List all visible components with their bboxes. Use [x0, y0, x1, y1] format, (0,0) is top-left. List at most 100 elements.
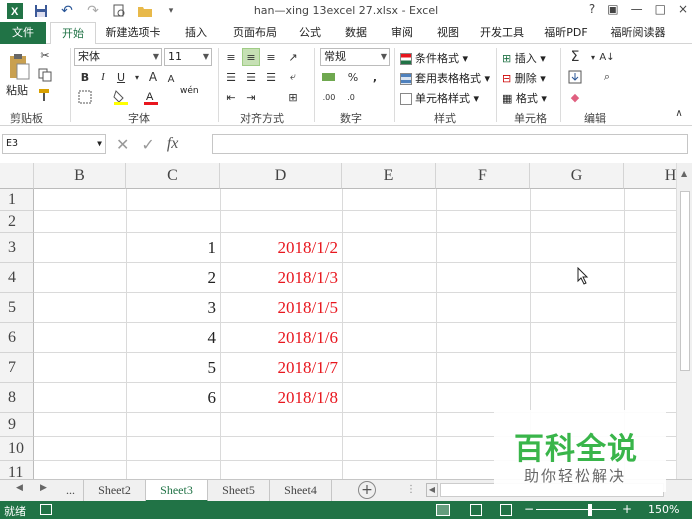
scroll-up-icon[interactable]: ▲ — [681, 169, 687, 178]
conditional-formatting-button[interactable]: 条件格式 ▾ — [400, 50, 468, 66]
comma-style-icon[interactable]: , — [366, 68, 384, 86]
phonetic-guide-label[interactable]: wén — [180, 86, 199, 96]
decrease-indent-icon[interactable]: ⇤ — [222, 88, 240, 106]
row-header[interactable]: 3 — [0, 233, 34, 263]
scrollbar-thumb[interactable] — [680, 191, 690, 371]
cell-c3[interactable]: 1 — [126, 233, 220, 263]
page-break-view-icon[interactable] — [500, 504, 512, 516]
zoom-out-icon[interactable]: − — [524, 502, 534, 516]
tab-view[interactable]: 视图 — [428, 22, 468, 44]
row-header[interactable]: 6 — [0, 323, 34, 353]
format-cells-button[interactable]: ▦ 格式 ▾ — [502, 90, 547, 106]
row-header[interactable]: 7 — [0, 353, 34, 383]
decrease-font-icon[interactable]: A — [162, 70, 180, 88]
increase-indent-icon[interactable]: ⇥ — [242, 88, 260, 106]
bold-icon[interactable]: B — [76, 68, 94, 86]
scroll-left-icon[interactable]: ◀ — [426, 483, 438, 497]
row-header[interactable]: 2 — [0, 211, 34, 233]
paste-label[interactable]: 粘贴 — [6, 82, 28, 98]
clear-icon[interactable]: ◆ — [566, 88, 584, 106]
currency-icon[interactable] — [320, 68, 338, 86]
delete-cells-button[interactable]: ⊟ 删除 ▾ — [502, 70, 546, 86]
align-right-icon[interactable]: ☰ — [262, 68, 280, 86]
borders-icon[interactable] — [76, 88, 94, 106]
tab-data[interactable]: 数据 — [336, 22, 376, 44]
sheet-tab-sheet2[interactable]: Sheet2 — [84, 480, 146, 502]
align-top-icon[interactable]: ≡ — [222, 48, 240, 66]
sheet-tab-sheet5[interactable]: Sheet5 — [208, 480, 270, 502]
cell-d4[interactable]: 2018/1/3 — [220, 263, 342, 293]
tab-split-icon[interactable]: ⋮ — [406, 484, 416, 495]
insert-cells-button[interactable]: ⊞ 插入 ▾ — [502, 50, 546, 66]
cell-c4[interactable]: 2 — [126, 263, 220, 293]
insert-function-button[interactable]: fx — [167, 135, 179, 153]
select-all-corner[interactable] — [0, 163, 34, 189]
fill-color-icon[interactable] — [112, 88, 130, 106]
italic-icon[interactable]: I — [94, 68, 112, 86]
close-button[interactable]: × — [678, 2, 688, 16]
name-box[interactable]: E3 ▼ — [2, 134, 106, 154]
percent-icon[interactable]: % — [344, 68, 362, 86]
format-painter-icon[interactable] — [36, 86, 54, 104]
column-header-f[interactable]: F — [436, 163, 530, 189]
row-header[interactable]: 4 — [0, 263, 34, 293]
maximize-button[interactable]: □ — [655, 2, 666, 16]
next-sheet-icon[interactable]: ▶ — [40, 483, 47, 493]
tab-review[interactable]: 审阅 — [382, 22, 422, 44]
cell-d7[interactable]: 2018/1/7 — [220, 353, 342, 383]
decrease-decimal-icon[interactable]: .0 — [342, 88, 360, 106]
increase-font-icon[interactable]: A — [144, 68, 162, 86]
tab-formulas[interactable]: 公式 — [290, 22, 330, 44]
formula-input[interactable] — [212, 134, 688, 154]
tab-page-layout[interactable]: 页面布局 — [222, 22, 288, 44]
row-header[interactable]: 9 — [0, 413, 34, 437]
fill-icon[interactable] — [566, 68, 584, 86]
tab-foxit-pdf[interactable]: 福昕PDF — [538, 22, 594, 44]
orientation-icon[interactable]: ↗ — [284, 48, 302, 66]
collapse-ribbon-icon[interactable]: ∧ — [670, 104, 688, 122]
normal-view-icon[interactable] — [436, 504, 450, 516]
column-header-h[interactable]: H — [624, 163, 676, 189]
merge-center-icon[interactable]: ⊞ — [284, 88, 302, 106]
tab-foxit-reader[interactable]: 福昕阅读器 — [604, 22, 672, 44]
cell-styles-button[interactable]: 单元格样式 ▾ — [400, 90, 479, 106]
prev-sheet-icon[interactable]: ◀ — [16, 483, 23, 493]
column-header-d[interactable]: D — [220, 163, 342, 189]
tab-developer[interactable]: 开发工具 — [474, 22, 530, 44]
cell-c8[interactable]: 6 — [126, 383, 220, 413]
cell-d6[interactable]: 2018/1/6 — [220, 323, 342, 353]
cell-c6[interactable]: 4 — [126, 323, 220, 353]
column-header-g[interactable]: G — [530, 163, 624, 189]
align-left-icon[interactable]: ☰ — [222, 68, 240, 86]
macro-record-icon[interactable] — [40, 504, 52, 515]
row-header[interactable]: 5 — [0, 293, 34, 323]
enter-icon[interactable]: ✓ — [141, 135, 154, 154]
page-layout-view-icon[interactable] — [470, 504, 482, 516]
align-middle-icon[interactable]: ≡ — [242, 48, 260, 66]
vertical-scrollbar[interactable]: ▲ — [676, 163, 692, 479]
row-header[interactable]: 8 — [0, 383, 34, 413]
number-format-select[interactable]: 常规 ▼ — [320, 48, 390, 66]
row-header[interactable]: 11 — [0, 461, 34, 479]
tab-home[interactable]: 开始 — [50, 22, 96, 45]
ribbon-display-button[interactable]: ▣ — [607, 2, 618, 16]
font-size-select[interactable]: 11 ▼ — [164, 48, 212, 66]
align-center-icon[interactable]: ☰ — [242, 68, 260, 86]
tab-new[interactable]: 新建选项卡 — [100, 22, 166, 44]
increase-decimal-icon[interactable]: .00 — [320, 88, 338, 106]
more-sheets-button[interactable]: ... — [58, 480, 84, 502]
sheet-tab-sheet3[interactable]: Sheet3 — [146, 480, 208, 502]
autosum-icon[interactable]: Σ — [566, 48, 584, 66]
cell-c5[interactable]: 3 — [126, 293, 220, 323]
sort-filter-icon[interactable]: A↓ — [598, 48, 616, 66]
row-header[interactable]: 1 — [0, 189, 34, 211]
column-header-c[interactable]: C — [126, 163, 220, 189]
align-bottom-icon[interactable]: ≡ — [262, 48, 280, 66]
font-color-icon[interactable]: A — [142, 88, 160, 106]
minimize-button[interactable]: — — [631, 2, 643, 16]
row-header[interactable]: 10 — [0, 437, 34, 461]
format-as-table-button[interactable]: 套用表格格式 ▾ — [400, 70, 490, 86]
paste-icon[interactable] — [6, 50, 32, 84]
cell-d8[interactable]: 2018/1/8 — [220, 383, 342, 413]
wrap-text-icon[interactable]: ⤶ — [284, 68, 302, 86]
